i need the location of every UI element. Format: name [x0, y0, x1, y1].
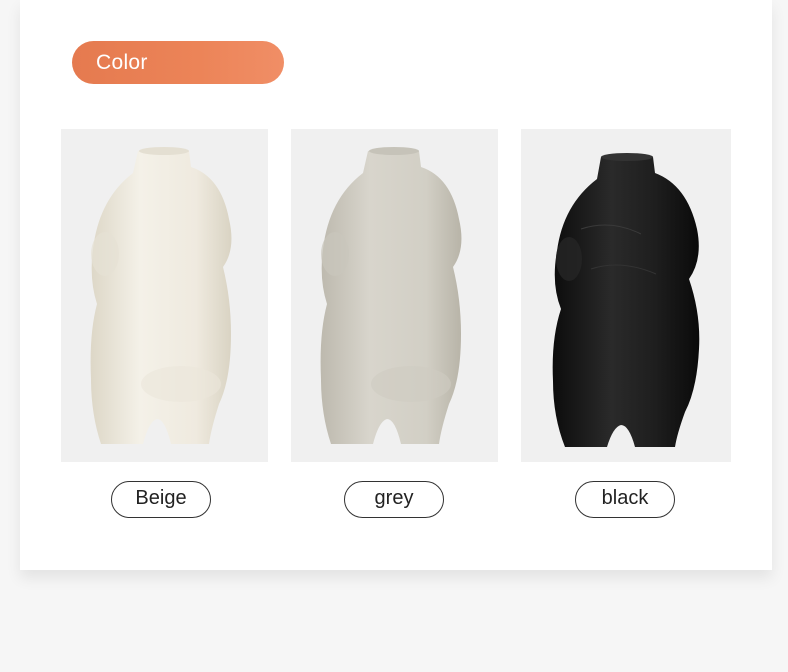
color-option-grey[interactable]: grey — [344, 481, 444, 518]
grey-vase-image — [291, 129, 498, 462]
product-color-section: Color Beige grey black — [0, 0, 788, 672]
color-option-black[interactable]: black — [575, 481, 675, 518]
color-option-beige[interactable]: Beige — [111, 481, 211, 518]
beige-vase-image — [61, 129, 268, 462]
color-section-title: Color — [72, 41, 284, 84]
black-vase-image — [521, 129, 731, 462]
